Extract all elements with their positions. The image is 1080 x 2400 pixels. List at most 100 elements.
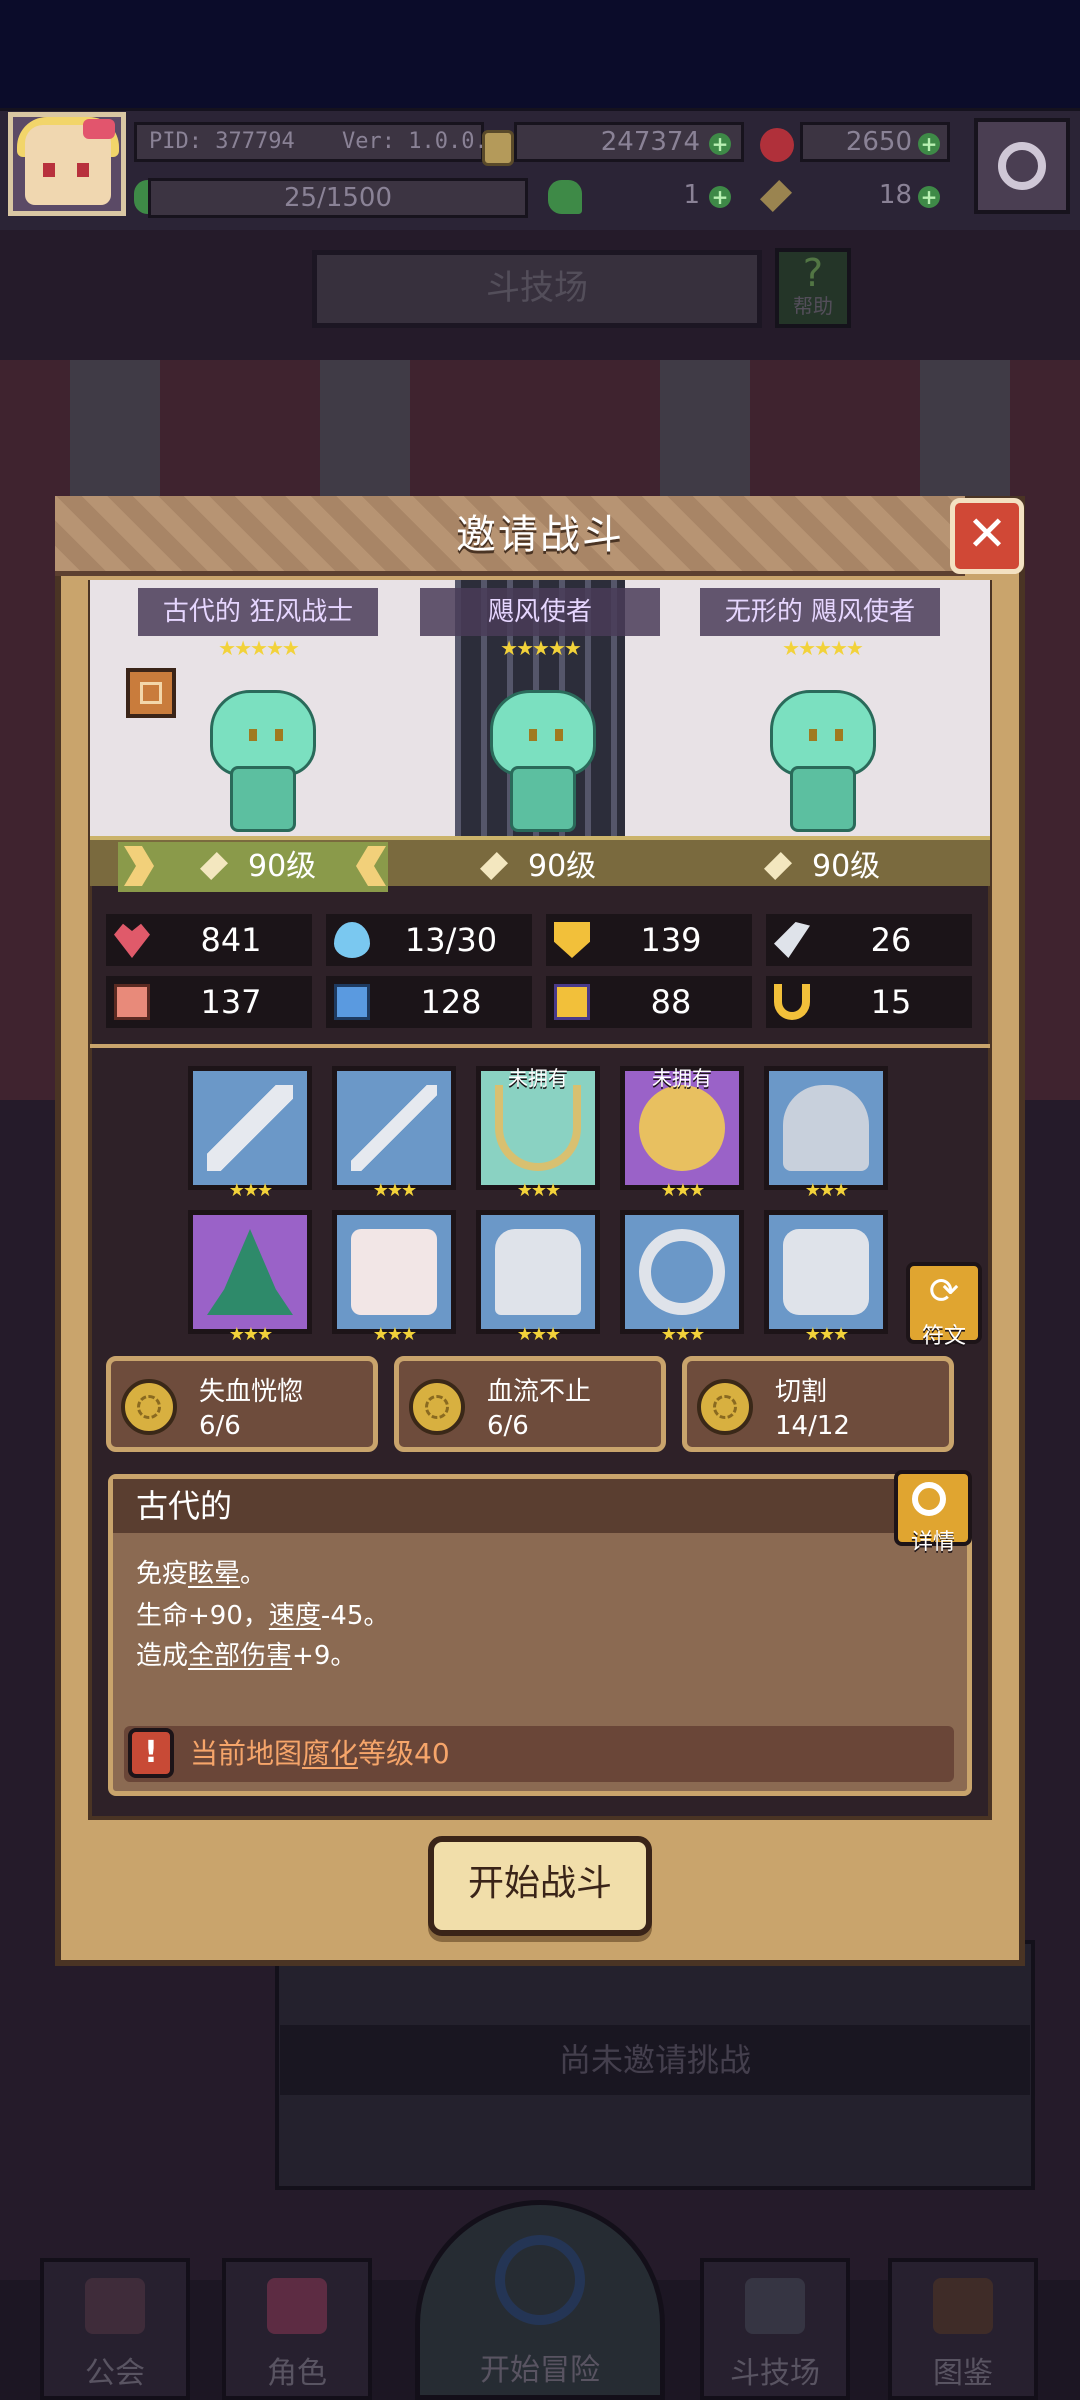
clover-token-icon: [548, 180, 582, 214]
equip-slot-boots[interactable]: [764, 1210, 888, 1334]
keyword-link[interactable]: 全部伤害: [188, 1641, 292, 1671]
corruption-link[interactable]: 腐化: [302, 1737, 358, 1770]
pid-label: PID: 377794: [149, 129, 295, 154]
equip-stars: ★★★: [804, 1324, 849, 1345]
keyword-link[interactable]: 眩晕: [188, 1559, 240, 1589]
skill-coin-icon: [121, 1379, 177, 1435]
equip-stars: ★★★: [516, 1324, 561, 1345]
equip-slot-gauntlet[interactable]: [476, 1210, 600, 1334]
hat-icon: [207, 1229, 293, 1315]
equip-slot-hat[interactable]: [188, 1210, 312, 1334]
dialog-title: 邀请战斗: [456, 512, 624, 558]
energy-value: 25/1500: [283, 183, 392, 213]
hero-stars-3: ★★★★★: [782, 636, 864, 660]
detail-label: 详情: [910, 1530, 955, 1555]
hero-stars-1: ★★★★★: [218, 636, 300, 660]
player-avatar[interactable]: [8, 112, 126, 216]
gold-coin-icon: [482, 130, 514, 166]
hero-sprite-2[interactable]: [480, 690, 600, 832]
speed-value: 88: [650, 983, 692, 1021]
hero-sprite-3[interactable]: [760, 690, 880, 832]
skill-card-1[interactable]: 失血恍惚 6/6: [106, 1356, 378, 1452]
affix-text: 造成: [136, 1641, 189, 1671]
affix-text: +9。: [292, 1641, 357, 1671]
rune-label: 符文: [921, 1324, 966, 1349]
equip-slot-armor[interactable]: [332, 1210, 456, 1334]
warning-text: 当前地图: [190, 1737, 303, 1770]
helmet-icon: [783, 1085, 869, 1171]
keyword-link[interactable]: 速度: [269, 1601, 321, 1631]
refresh-icon: ⟳: [928, 1271, 960, 1312]
corruption-warning-text: 当前地图腐化等级40: [190, 1726, 450, 1782]
not-owned-label: 未拥有: [508, 1066, 568, 1090]
affix-line-3: 造成全部伤害+9。: [136, 1636, 356, 1676]
magic-value: 128: [420, 983, 482, 1021]
luck-value: 15: [870, 983, 912, 1021]
skill-coin-icon: [409, 1379, 465, 1435]
dodge-value: 26: [870, 921, 912, 959]
attr-dodge: 26: [766, 914, 972, 966]
hero-level-2[interactable]: 90级: [528, 842, 596, 892]
horseshoe-icon: [774, 984, 810, 1020]
ring-icon: [639, 1229, 725, 1315]
equip-slot-helmet[interactable]: [764, 1066, 888, 1190]
gem-icon: [760, 128, 794, 162]
equip-stars: ★★★: [372, 1324, 417, 1345]
mana-drop-icon: [334, 922, 370, 958]
attr-speed: 88: [546, 976, 752, 1028]
faction-emblem-icon: [126, 668, 176, 718]
affix-text: 生命+90，: [136, 1601, 269, 1631]
clover-add-button[interactable]: +: [709, 186, 731, 208]
equip-stars: ★★★: [660, 1180, 705, 1201]
equip-slot-ring[interactable]: [620, 1210, 744, 1334]
gem-add-button[interactable]: +: [918, 133, 940, 155]
equip-stars: ★★★: [804, 1180, 849, 1201]
wing-icon: [774, 922, 810, 958]
mana-value: 13/30: [404, 921, 498, 959]
hero-stars-2: ★★★★★: [500, 636, 582, 660]
divider: [90, 1044, 990, 1048]
affix-title: 古代的: [136, 1487, 233, 1525]
hp-value: 841: [200, 921, 262, 959]
hero-name-1: 古代的 狂风战士: [138, 588, 378, 636]
skill-card-3[interactable]: 切割 14/12: [682, 1356, 954, 1452]
skill-card-2[interactable]: 血流不止 6/6: [394, 1356, 666, 1452]
armor-icon: [351, 1229, 437, 1315]
affix-line-2: 生命+90，速度-45。: [136, 1596, 389, 1636]
fist-icon: [114, 984, 150, 1020]
gem-value: 2650: [845, 127, 912, 157]
shield-icon: [554, 922, 590, 958]
equip-stars: ★★★: [660, 1324, 705, 1345]
warning-text: 等级40: [358, 1737, 450, 1770]
version-label: Ver: 1.0.0.5: [342, 129, 501, 154]
equip-slot-offhand[interactable]: [332, 1066, 456, 1190]
close-button[interactable]: ✕: [950, 498, 1024, 574]
clover-value: 1: [683, 180, 700, 210]
skill-name: 血流不止: [487, 1377, 592, 1407]
hero-name-3: 无形的 飓风使者: [700, 588, 940, 636]
hero-sprite-1[interactable]: [200, 690, 320, 832]
hero-level-3[interactable]: 90级: [812, 842, 880, 892]
hero-name-2: 飓风使者: [420, 588, 660, 636]
affix-text: -45。: [320, 1601, 390, 1631]
key-value: 18: [878, 180, 912, 210]
affix-text: 免疫: [136, 1559, 189, 1589]
equip-stars: ★★★: [372, 1180, 417, 1201]
key-add-button[interactable]: +: [918, 186, 940, 208]
affix-text: 。: [240, 1559, 267, 1589]
dagger-icon: [351, 1085, 437, 1171]
gauntlet-icon: [495, 1229, 581, 1315]
hero-level-1: 90级: [248, 849, 317, 884]
start-battle-button[interactable]: 开始战斗: [428, 1836, 652, 1936]
attr-attack: 137: [106, 976, 312, 1028]
skill-name: 切割: [775, 1377, 828, 1407]
gold-value: 247374: [600, 127, 700, 157]
settings-button[interactable]: [974, 118, 1070, 214]
skill-progress: 6/6: [487, 1411, 529, 1441]
attr-hp: 841: [106, 914, 312, 966]
defense-value: 139: [640, 921, 702, 959]
heart-icon: [114, 923, 150, 958]
boot-icon: [554, 984, 590, 1020]
equip-slot-weapon[interactable]: [188, 1066, 312, 1190]
gold-add-button[interactable]: +: [709, 133, 731, 155]
